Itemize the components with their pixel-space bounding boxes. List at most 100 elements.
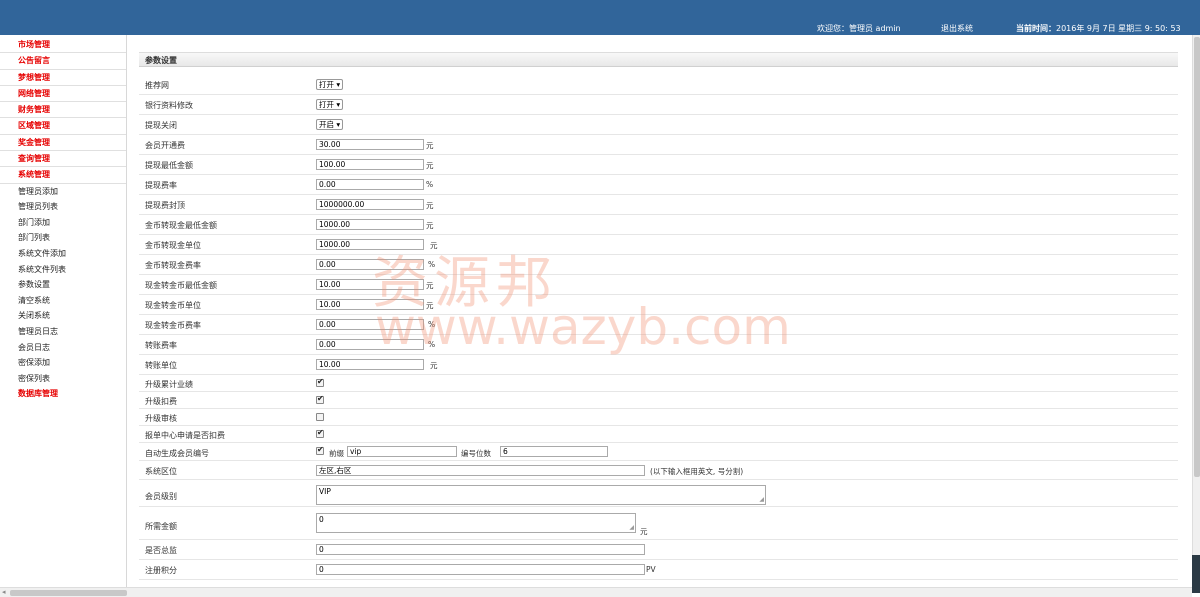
unit-label: % [428,260,436,269]
row-label: 会员级别 [145,492,177,501]
upgrade-fee-checkbox[interactable] [316,394,324,404]
center-apply-fee-checkbox[interactable] [316,428,324,438]
panel-title: 参数设置 [139,52,1178,67]
sidebar-category-region[interactable]: 区域管理 [0,118,126,135]
sidebar-item-secret-add[interactable]: 密保添加 [0,355,126,371]
withdraw-close-select[interactable]: 开启 ▾ [316,119,344,130]
resize-grip-icon[interactable]: ◢ [759,496,764,503]
sidebar-category-system[interactable]: 系统管理 [0,167,126,184]
row-label: 金币转现金最低金额 [145,221,217,230]
sidebar: 市场管理 公告留言 梦想管理 网络管理 财务管理 区域管理 奖金管理 查询管理 … [0,35,127,587]
top-header-bar: 欢迎您：管理员 admin 退出系统 当前时间：2016年 9月 7日 星期三 … [0,0,1200,35]
member-fee-input[interactable]: 30.00 [316,139,424,150]
sidebar-item-admin-add[interactable]: 管理员添加 [0,184,126,200]
unit-label: % [426,180,434,189]
resize-grip-icon[interactable]: ◢ [629,524,634,531]
welcome-text: 欢迎您：管理员 admin [817,24,901,33]
sidebar-category-query[interactable]: 查询管理 [0,151,126,168]
time-label: 当前时间： [1016,24,1056,33]
sidebar-item-dept-add[interactable]: 部门添加 [0,215,126,231]
system-area-input[interactable]: 左区,右区 [316,465,645,476]
row-label: 推荐网 [145,81,169,90]
form-row: 升级累计业绩 [139,375,1178,392]
withdraw-cap-input[interactable]: 1000000.00 [316,199,424,210]
is-director-input[interactable]: 0 [316,544,645,555]
form-row: 提现关闭 开启 ▾ [139,115,1178,135]
sidebar-item-member-log[interactable]: 会员日志 [0,340,126,356]
row-label: 金币转现金单位 [145,241,201,250]
transfer-unit-input[interactable]: 10.00 [316,359,424,370]
sidebar-category-database[interactable]: 数据库管理 [0,386,126,402]
sidebar-item-close-system[interactable]: 关闭系统 [0,308,126,324]
row-label: 提现费封顶 [145,201,185,210]
sidebar-category-notice[interactable]: 公告留言 [0,53,126,70]
time-value: 2016年 9月 7日 星期三 9: 50: 53 [1056,24,1181,33]
unit-label: 元 [426,221,434,230]
gold-to-cash-min-input[interactable]: 1000.00 [316,219,424,230]
sidebar-item-admin-log[interactable]: 管理员日志 [0,324,126,340]
sidebar-item-dept-list[interactable]: 部门列表 [0,230,126,246]
vertical-scrollbar[interactable] [1192,35,1200,587]
bank-edit-select[interactable]: 打开 ▾ [316,99,344,110]
unit-label: % [428,340,436,349]
cash-to-gold-rate-input[interactable]: 0.00 [316,319,424,330]
form-row: 报单中心申请是否扣费 [139,426,1178,443]
register-points-input[interactable]: 0 [316,564,645,575]
sidebar-category-network[interactable]: 网络管理 [0,86,126,103]
logout-link[interactable]: 退出系统 [941,23,973,34]
sidebar-item-admin-list[interactable]: 管理员列表 [0,199,126,215]
params-panel: 参数设置 推荐网 打开 ▾ 银行资料修改 打开 ▾ 提现关闭 开启 ▾ 会员开通… [139,52,1178,580]
withdraw-min-input[interactable]: 100.00 [316,159,424,170]
unit-label: 元 [430,361,438,370]
row-label: 提现最低金额 [145,161,193,170]
auto-member-id-checkbox[interactable] [316,445,324,455]
form-row: 银行资料修改 打开 ▾ [139,95,1178,115]
scroll-thumb[interactable] [10,590,127,596]
form-row: 转账单位 10.00 元 [139,355,1178,375]
row-label: 现金转金币费率 [145,321,201,330]
unit-label: 元 [426,301,434,310]
row-label: 自动生成会员编号 [145,449,209,458]
form-row: 所需金额 0 ◢ 元 [139,507,1178,540]
gold-to-cash-rate-input[interactable]: 0.00 [316,259,424,270]
unit-label: 元 [426,161,434,170]
row-label: 转账费率 [145,341,177,350]
prefix-input[interactable]: vip [347,446,457,457]
scroll-thumb[interactable] [1194,37,1200,477]
sidebar-category-market[interactable]: 市场管理 [0,37,126,54]
recommend-net-select[interactable]: 打开 ▾ [316,79,344,90]
row-label: 会员开通费 [145,141,185,150]
form-row: 升级审核 [139,409,1178,426]
upgrade-review-checkbox[interactable] [316,413,324,421]
digits-input[interactable]: 6 [500,446,608,457]
unit-label: 元 [426,281,434,290]
gold-to-cash-unit-input[interactable]: 1000.00 [316,239,424,250]
sidebar-category-bonus[interactable]: 奖金管理 [0,135,126,152]
member-level-textarea[interactable]: VIP ◢ [316,485,766,505]
cash-to-gold-unit-input[interactable]: 10.00 [316,299,424,310]
sidebar-item-sysfile-list[interactable]: 系统文件列表 [0,262,126,278]
sidebar-category-dream[interactable]: 梦想管理 [0,70,126,86]
form-row: 系统区位 左区,右区 (以下输入框用英文, 号分割) [139,461,1178,480]
form-row: 提现最低金额 100.00 元 [139,155,1178,175]
horizontal-scrollbar[interactable]: ◂ [0,587,1192,597]
sidebar-item-clear-system[interactable]: 清空系统 [0,293,126,309]
form-row: 提现费率 0.00 % [139,175,1178,195]
scroll-left-icon[interactable]: ◂ [2,588,6,596]
unit-label: 元 [426,201,434,210]
row-label: 转账单位 [145,361,177,370]
transfer-rate-input[interactable]: 0.00 [316,339,424,350]
sidebar-item-secret-list[interactable]: 密保列表 [0,371,126,387]
form-row: 注册积分 0 PV [139,560,1178,580]
withdraw-rate-input[interactable]: 0.00 [316,179,424,190]
upgrade-accumulate-checkbox[interactable] [316,377,324,387]
form-row: 是否总监 0 [139,540,1178,560]
sidebar-item-params[interactable]: 参数设置 [0,277,126,293]
sidebar-category-finance[interactable]: 财务管理 [0,102,126,119]
sidebar-item-sysfile-add[interactable]: 系统文件添加 [0,246,126,262]
required-amount-textarea[interactable]: 0 ◢ [316,513,636,533]
form-row: 现金转金币最低金额 10.00 元 [139,275,1178,295]
cash-to-gold-min-input[interactable]: 10.00 [316,279,424,290]
form-row: 推荐网 打开 ▾ [139,75,1178,95]
form-row: 转账费率 0.00 % [139,335,1178,355]
